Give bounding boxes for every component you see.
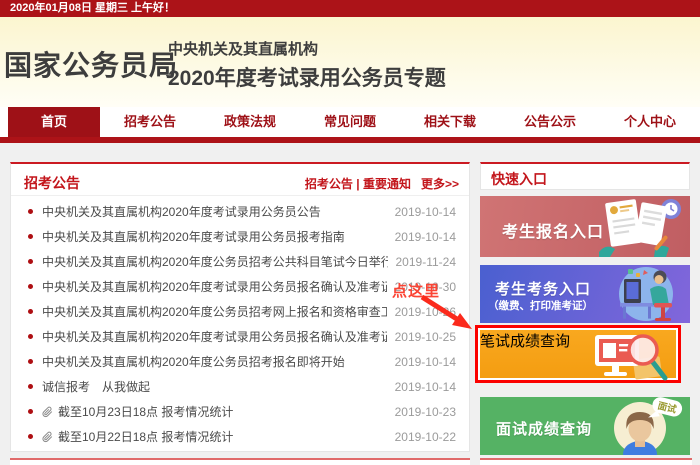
- quick-entry-title: 快速入口: [491, 169, 689, 189]
- content-area: 招考公告 招考公告 | 重要通知更多>> 中央机关及其直属机构2020年度考试录…: [0, 143, 700, 465]
- page: 2020年01月08日 星期三 上午好！ 国家公务员局 中央机关及其直属机构 2…: [0, 0, 700, 465]
- announcement-link[interactable]: 诚信报考 从我做起: [42, 378, 387, 395]
- bullet-icon: [28, 309, 33, 314]
- link-divider: |: [353, 177, 363, 191]
- announcement-link[interactable]: 中央机关及其直属机构2020年度考试录用公务员报名确认及准考证打印网址: [42, 328, 387, 345]
- nav-tab-policies[interactable]: 政策法规: [200, 107, 300, 137]
- announcement-date: 2019-10-14: [395, 230, 456, 244]
- bullet-icon: [28, 409, 33, 414]
- site-logo-text: 国家公务员局: [4, 44, 178, 84]
- announcement-link[interactable]: 中央机关及其直属机构2020年度公务员招考报名即将开始: [42, 353, 387, 370]
- subtitle-line1: 中央机关及其直属机构: [168, 38, 446, 59]
- list-item: 诚信报考 从我做起 2019-10-14: [11, 374, 469, 399]
- list-item: 中央机关及其直属机构2020年度公务员招考公共科目笔试今日举行 2019-11-…: [11, 249, 469, 274]
- interview-score-query-button[interactable]: 面试成绩查询 面试: [480, 397, 690, 455]
- announcements-title: 招考公告: [24, 173, 80, 193]
- bullet-icon: [28, 359, 33, 364]
- announcement-link[interactable]: 中央机关及其直属机构2020年度公务员招考公共科目笔试今日举行: [42, 253, 388, 270]
- written-score-query-button[interactable]: 笔试成绩查询: [480, 330, 676, 378]
- registration-documents-icon: [593, 196, 688, 257]
- site-subtitle: 中央机关及其直属机构 2020年度考试录用公务员专题: [168, 38, 446, 92]
- candidate-exam-service-entry-button[interactable]: 考生考务入口 （缴费、打印准考证）: [480, 265, 690, 323]
- button-label: 笔试成绩查询: [480, 333, 570, 350]
- announcement-link[interactable]: 截至10月22日18点 报考情况统计: [58, 428, 387, 445]
- monitor-magnifier-icon: [592, 332, 672, 386]
- button-sublabel: （缴费、打印准考证）: [488, 298, 593, 313]
- partial-panel-left: [10, 458, 470, 465]
- written-score-highlight-border: 笔试成绩查询: [475, 325, 681, 383]
- bullet-icon: [28, 334, 33, 339]
- announcement-list: 中央机关及其直属机构2020年度考试录用公务员公告 2019-10-14 中央机…: [11, 196, 469, 449]
- button-label: 考生报名入口: [502, 218, 604, 242]
- announcement-date: 2019-10-22: [395, 430, 456, 444]
- bullet-icon: [28, 384, 33, 389]
- list-item: 中央机关及其直属机构2020年度公务员招考报名即将开始 2019-10-14: [11, 349, 469, 374]
- announcement-date: 2019-10-14: [395, 355, 456, 369]
- site-header: 国家公务员局 中央机关及其直属机构 2020年度考试录用公务员专题: [0, 17, 700, 107]
- bullet-icon: [28, 284, 33, 289]
- red-arrow-icon: [408, 293, 483, 338]
- announcement-date: 2019-10-14: [395, 205, 456, 219]
- button-label: 考生考务入口: [495, 278, 591, 299]
- nav-tab-home[interactable]: 首页: [8, 107, 100, 137]
- bullet-icon: [28, 209, 33, 214]
- announcements-panel: 招考公告 招考公告 | 重要通知更多>> 中央机关及其直属机构2020年度考试录…: [10, 162, 470, 452]
- date-bar: 2020年01月08日 星期三 上午好！: [0, 0, 700, 17]
- nav-tab-public-notices[interactable]: 公告公示: [500, 107, 600, 137]
- announcement-date: 2019-10-23: [395, 405, 456, 419]
- subtitle-line2: 2020年度考试录用公务员专题: [168, 62, 446, 92]
- interview-avatar-icon: 面试: [600, 397, 688, 455]
- button-label: 面试成绩查询: [496, 418, 592, 439]
- important-notice-link[interactable]: 重要通知: [363, 177, 411, 191]
- quick-entry-panel: 快速入口: [480, 162, 690, 190]
- bullet-icon: [28, 234, 33, 239]
- more-link[interactable]: 更多>>: [421, 177, 459, 191]
- date-text: 2020年01月08日 星期三 上午好！: [10, 2, 175, 14]
- announcement-link[interactable]: 中央机关及其直属机构2020年度考试录用公务员公告: [42, 203, 387, 220]
- bullet-icon: [28, 434, 33, 439]
- announcements-header: 招考公告 招考公告 | 重要通知更多>>: [11, 164, 469, 196]
- announcement-link[interactable]: 截至10月23日18点 报考情况统计: [58, 403, 387, 420]
- list-item: 截至10月22日18点 报考情况统计 2019-10-22: [11, 424, 469, 449]
- paperclip-icon: [42, 431, 53, 443]
- list-item: 截至10月23日18点 报考情况统计 2019-10-23: [11, 399, 469, 424]
- nav-tab-personal-center[interactable]: 个人中心: [600, 107, 700, 137]
- candidate-registration-entry-button[interactable]: 考生报名入口: [480, 196, 690, 257]
- list-item: 中央机关及其直属机构2020年度考试录用公务员报名确认及准考证打印网址 2019…: [11, 324, 469, 349]
- nav-tab-downloads[interactable]: 相关下载: [400, 107, 500, 137]
- person-at-computer-icon: [598, 265, 690, 323]
- list-item: 中央机关及其直属机构2020年度考试录用公务员公告 2019-10-14: [11, 199, 469, 224]
- announcement-date: 2019-11-24: [396, 255, 457, 269]
- nav-tab-faq[interactable]: 常见问题: [300, 107, 400, 137]
- main-nav: 首页 招考公告 政策法规 常见问题 相关下载 公告公示 个人中心: [0, 107, 700, 137]
- list-item: 中央机关及其直属机构2020年度公务员招考网上报名和资格审查工作结束 2019-…: [11, 299, 469, 324]
- announcement-date: 2019-10-14: [395, 380, 456, 394]
- announcements-tab-link[interactable]: 招考公告: [305, 177, 353, 191]
- list-item: 中央机关及其直属机构2020年度考试录用公务员报考指南 2019-10-14: [11, 224, 469, 249]
- nav-tab-announcements[interactable]: 招考公告: [100, 107, 200, 137]
- bullet-icon: [28, 259, 33, 264]
- partial-panel-right: [480, 458, 692, 465]
- announcement-link[interactable]: 中央机关及其直属机构2020年度考试录用公务员报名确认及准考证打印咨询电话: [42, 278, 387, 295]
- announcement-link[interactable]: 中央机关及其直属机构2020年度考试录用公务员报考指南: [42, 228, 387, 245]
- announcements-header-links: 招考公告 | 重要通知更多>>: [305, 175, 459, 192]
- announcement-link[interactable]: 中央机关及其直属机构2020年度公务员招考网上报名和资格审查工作结束: [42, 303, 387, 320]
- paperclip-icon: [42, 406, 53, 418]
